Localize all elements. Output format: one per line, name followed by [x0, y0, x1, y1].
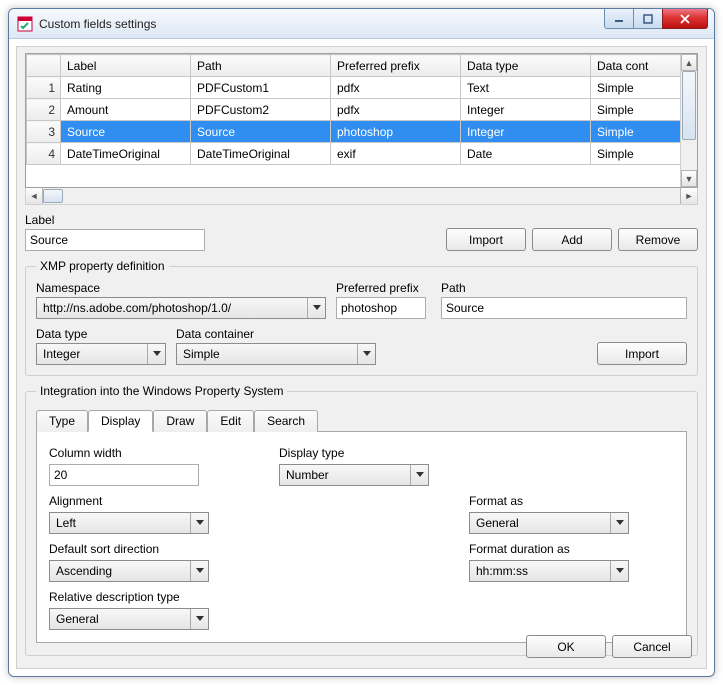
xmp-import-button[interactable]: Import — [597, 342, 687, 365]
wps-legend: Integration into the Windows Property Sy… — [36, 384, 287, 398]
chevron-down-icon — [147, 344, 165, 364]
import-button[interactable]: Import — [446, 228, 526, 251]
container-combo[interactable]: Simple — [176, 343, 376, 365]
grid-vscroll[interactable]: ▲ ▼ — [680, 54, 697, 187]
chevron-down-icon — [357, 344, 375, 364]
wps-group: Integration into the Windows Property Sy… — [25, 384, 698, 656]
tab-display[interactable]: Display — [88, 410, 153, 432]
fields-grid[interactable]: Label Path Preferred prefix Data type Da… — [25, 53, 698, 188]
label-input[interactable] — [25, 229, 205, 251]
chevron-down-icon — [610, 513, 628, 533]
close-button[interactable] — [662, 9, 708, 29]
dtype-combo[interactable]: Integer — [36, 343, 166, 365]
app-icon — [17, 16, 33, 32]
dialog-window: Custom fields settings — [8, 8, 715, 677]
hscroll-thumb[interactable] — [43, 189, 63, 203]
namespace-label: Namespace — [36, 281, 326, 295]
tab-draw[interactable]: Draw — [153, 410, 207, 432]
grid-hscroll[interactable]: ◄ ► — [25, 188, 698, 205]
grid-header-row[interactable]: Label Path Preferred prefix Data type Da… — [27, 55, 697, 77]
maximize-button[interactable] — [633, 9, 663, 29]
col-prefix[interactable]: Preferred prefix — [331, 55, 461, 77]
label-caption: Label — [25, 213, 205, 227]
chevron-down-icon — [190, 609, 208, 629]
scroll-down-icon[interactable]: ▼ — [681, 170, 697, 187]
format-dur-combo[interactable]: hh:mm:ss — [469, 560, 629, 582]
scroll-up-icon[interactable]: ▲ — [681, 54, 697, 71]
path-label: Path — [441, 281, 687, 295]
dtype-label: Data type — [36, 327, 166, 341]
tab-search[interactable]: Search — [254, 410, 318, 432]
cancel-button[interactable]: Cancel — [612, 635, 692, 658]
minimize-button[interactable] — [604, 9, 634, 29]
chevron-down-icon — [307, 298, 325, 318]
container-label: Data container — [176, 327, 376, 341]
prefix-label: Preferred prefix — [336, 281, 431, 295]
column-width-label: Column width — [49, 446, 249, 460]
reldesc-combo[interactable]: General — [49, 608, 209, 630]
chevron-down-icon — [610, 561, 628, 581]
scroll-thumb[interactable] — [682, 71, 696, 140]
client-area: Label Path Preferred prefix Data type Da… — [16, 46, 707, 669]
namespace-combo[interactable]: http://ns.adobe.com/photoshop/1.0/ — [36, 297, 326, 319]
format-as-label: Format as — [469, 494, 639, 508]
window-title: Custom fields settings — [39, 17, 156, 31]
col-dtype[interactable]: Data type — [461, 55, 591, 77]
chevron-down-icon — [410, 465, 428, 485]
tab-edit[interactable]: Edit — [207, 410, 254, 432]
scroll-left-icon[interactable]: ◄ — [26, 188, 43, 204]
xmp-group: XMP property definition Namespace http:/… — [25, 259, 698, 376]
tab-type[interactable]: Type — [36, 410, 88, 432]
scroll-right-icon[interactable]: ► — [680, 188, 697, 204]
sort-combo[interactable]: Ascending — [49, 560, 209, 582]
xmp-legend: XMP property definition — [36, 259, 169, 273]
alignment-label: Alignment — [49, 494, 249, 508]
col-label[interactable]: Label — [61, 55, 191, 77]
titlebar[interactable]: Custom fields settings — [9, 9, 714, 39]
table-row-selected[interactable]: 3 Source Source photoshop Integer Simple — [27, 121, 697, 143]
add-button[interactable]: Add — [532, 228, 612, 251]
table-row[interactable]: 4 DateTimeOriginal DateTimeOriginal exif… — [27, 143, 697, 165]
grid-corner — [27, 55, 61, 77]
sort-label: Default sort direction — [49, 542, 249, 556]
reldesc-label: Relative description type — [49, 590, 249, 604]
display-type-combo[interactable]: Number — [279, 464, 429, 486]
tab-panel-display: Column width Alignment Left Default sort… — [36, 432, 687, 643]
tabstrip: Type Display Draw Edit Search — [36, 410, 687, 432]
path-input[interactable] — [441, 297, 687, 319]
col-path[interactable]: Path — [191, 55, 331, 77]
column-width-input[interactable] — [49, 464, 199, 486]
alignment-combo[interactable]: Left — [49, 512, 209, 534]
table-row[interactable]: 1 Rating PDFCustom1 pdfx Text Simple — [27, 77, 697, 99]
prefix-input[interactable] — [336, 297, 426, 319]
chevron-down-icon — [190, 513, 208, 533]
display-type-label: Display type — [279, 446, 439, 460]
format-as-combo[interactable]: General — [469, 512, 629, 534]
window-controls — [604, 9, 714, 38]
format-dur-label: Format duration as — [469, 542, 639, 556]
table-row[interactable]: 2 Amount PDFCustom2 pdfx Integer Simple — [27, 99, 697, 121]
remove-button[interactable]: Remove — [618, 228, 698, 251]
chevron-down-icon — [190, 561, 208, 581]
ok-button[interactable]: OK — [526, 635, 606, 658]
